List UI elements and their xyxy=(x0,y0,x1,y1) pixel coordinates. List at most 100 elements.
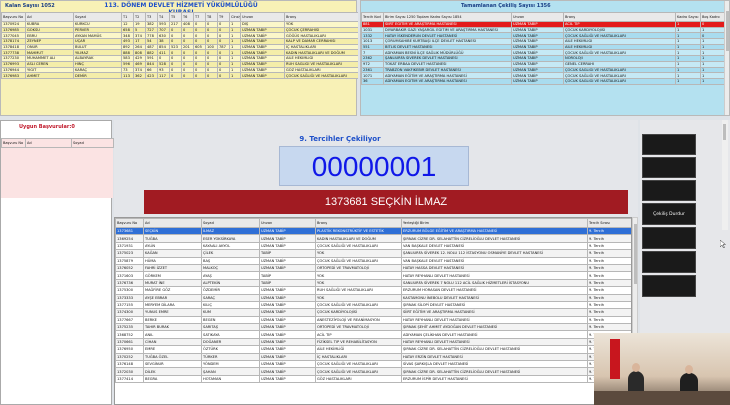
result-cell: ÖZDEMİR xyxy=(201,286,260,295)
result-col-header[interactable]: Başvuru No xyxy=(115,218,144,228)
result-row[interactable]: 1376736 MURAT İNE ALPTEKİN TABİP YOK SANLIURF… xyxy=(115,278,631,288)
right-col-header[interactable]: Branş xyxy=(563,12,676,22)
eligible-title: Uygun Başvurular:0 xyxy=(19,124,75,130)
result-row[interactable]: 1368752 ANIL SATIKAYA UZMAN TABİP ACİL TIP AD… xyxy=(115,330,631,339)
eligible-col-ad: Ad xyxy=(25,138,72,148)
result-cell: 1375023 xyxy=(115,249,144,258)
right-panel: Tamamlanan Çekiliş Sayısı 1356 Tercih Ko… xyxy=(360,0,730,116)
left-col-header[interactable]: T4 xyxy=(157,12,170,22)
result-cell: HATAY HASSA DEVLET HASTANESİ xyxy=(401,263,588,273)
right-col-header[interactable]: Kadro Sayısı xyxy=(675,12,701,22)
result-cell: UZMAN TABİP xyxy=(259,234,316,243)
control-slot-6[interactable] xyxy=(642,251,696,273)
result-cell: HATAY REYHANLI DEVLET HASTANESİ xyxy=(401,271,588,280)
side-scrollbar[interactable] xyxy=(722,120,728,230)
result-col-header[interactable]: Unvan xyxy=(259,218,316,228)
result-cell: DOĞANER xyxy=(201,337,260,347)
stop-draw-button[interactable]: Çekiliş Durdur xyxy=(642,203,696,225)
result-col-header[interactable]: Branş xyxy=(315,218,402,228)
right-col-header[interactable]: Tercih Kod xyxy=(361,12,384,22)
result-cell: SEÇKİN xyxy=(143,226,202,236)
left-table-wrap: Başvuru No Ad Soyad T1 T2 T3 T4 T5 T6 T7 T8 T9 Cinsi… xyxy=(1,12,358,117)
left-col-header[interactable]: Başvuru No xyxy=(1,12,26,22)
result-cell: EMRE xyxy=(143,345,202,354)
result-cell: DİLEK xyxy=(143,367,202,376)
left-col-header[interactable]: Branş xyxy=(284,12,358,22)
result-cell: HATAY REYHANLI DEVLET HASTANESİ xyxy=(401,337,588,347)
right-col-header[interactable]: Unvan xyxy=(511,12,564,22)
right-scrollbar[interactable] xyxy=(724,1,729,115)
candidate-cell: 0 xyxy=(169,72,182,79)
result-cell: HÜMA xyxy=(143,256,202,265)
result-cell: 9. Tercih xyxy=(587,293,631,302)
result-cell: UZMAN TABİP xyxy=(259,330,316,339)
left-col-header[interactable]: T7 xyxy=(193,12,206,22)
result-col-header[interactable]: Ad xyxy=(143,218,202,228)
result-row[interactable]: 1374300 YUNUS EMRE KUM UZMAN TABİP ÇOCUK KAR… xyxy=(115,308,631,317)
result-cell: 1374300 xyxy=(115,308,144,317)
result-col-header[interactable]: Yerleştiği Birim xyxy=(401,218,588,228)
result-cell: 1375235 xyxy=(115,323,144,332)
left-col-header[interactable]: T3 xyxy=(145,12,158,22)
result-row[interactable]: 1377155 MERYEM DİLARA KILIÇ UZMAN TABİP ÇOCU… xyxy=(115,300,631,310)
result-row[interactable]: 1370252 TUĞBA ÖZEL TÜRKER UZMAN TABİP İÇ HAS… xyxy=(115,352,631,362)
right-col-header[interactable]: Boş Kadro xyxy=(700,12,725,22)
left-col-header[interactable]: T5 xyxy=(169,12,182,22)
result-row[interactable]: 1375879 HÜMA BAŞ UZMAN TABİP ÇOCUK SAĞLIĞI V… xyxy=(115,256,631,265)
result-cell: UZMAN TABİP xyxy=(259,293,316,302)
result-row[interactable]: 1371603 GÖRKEM AYAŞ TABİP YOK HATAY REYHANLI … xyxy=(115,271,631,280)
result-row[interactable]: 1375300 MAĞFİRE GÖZ ÖZDEMİR UZMAN TABİP RUH … xyxy=(115,286,631,295)
result-row[interactable]: 1376148 SEVGİNUR YÖNDEM UZMAN TABİP ÇOCUK SA… xyxy=(115,360,631,369)
result-row[interactable]: 1373333 AYŞE EBRAR SARAÇ UZMAN TABİP YOK KAST… xyxy=(115,293,631,302)
result-row[interactable]: 1370661 CİHAN DOĞANER UZMAN TABİP FİZİKSEL T… xyxy=(115,337,631,347)
result-row[interactable]: 1371931 AYLİN KAYAALI AKYOL UZMAN TABİP ÇOCU… xyxy=(115,241,631,251)
result-cell: 1369254 xyxy=(115,234,144,243)
position-row[interactable]: 36 ADIYAMAN EĞİTİM VE ARAŞTIRMA HASTANESİ… xyxy=(361,77,725,85)
result-col-header[interactable]: Soyad xyxy=(201,218,260,228)
result-row[interactable]: 1377667 BERKE BEGEN UZMAN TABİP ANESTEZİYOLO… xyxy=(115,315,631,325)
result-cell: ANESTEZİYOLOJİ VE REANİMASYON xyxy=(315,315,402,325)
result-row[interactable]: 1377414 BEGRA HOTAMAN UZMAN TABİP GÖZ HASTAL… xyxy=(115,374,631,384)
result-cell: AYAŞ xyxy=(201,271,260,280)
stop-draw-label: Çekiliş Durdur xyxy=(653,212,685,217)
result-cell: ÇOCUK SAĞLIĞI VE HASTALIKLARI xyxy=(315,360,402,369)
result-cell: ÇOCUK SAĞLIĞI VE HASTALIKLARI xyxy=(315,241,402,251)
result-cell: İÇ HASTALIKLARI xyxy=(315,352,402,362)
result-row[interactable]: 1369254 TUĞBA ESER YOKSİRKAYA UZMAN TABİP KA… xyxy=(115,234,631,243)
result-cell: 1371931 xyxy=(115,241,144,251)
left-col-header[interactable]: Ad xyxy=(25,12,74,22)
control-slot-7[interactable] xyxy=(642,275,696,297)
left-col-header[interactable]: T1 xyxy=(121,12,134,22)
result-cell: ESER YOKSİRKAYA xyxy=(201,234,260,243)
result-cell: 1376148 xyxy=(115,360,144,369)
desk xyxy=(594,391,730,405)
left-col-header[interactable]: Soyad xyxy=(73,12,122,22)
result-row[interactable]: 1375235 TAHIR BURAK SARITAŞ UZMAN TABİP ORTO… xyxy=(115,323,631,332)
left-col-header[interactable]: T2 xyxy=(133,12,146,22)
control-slot-3[interactable] xyxy=(642,180,696,201)
result-col-header[interactable]: Tercih Sırası xyxy=(587,218,631,228)
result-cell: 1375300 xyxy=(115,286,144,295)
results-table-wrap: Başvuru No Ad Soyad Unvan Branş Yerleştiği Bi… xyxy=(114,217,632,405)
left-col-header[interactable]: T6 xyxy=(181,12,194,22)
result-cell: SANLIURFA SİVEREK 7 NOLU 112 ACİL SAĞLIK… xyxy=(401,278,588,288)
left-col-header[interactable]: T8 xyxy=(205,12,218,22)
position-cell: ADIYAMAN EĞİTİM VE ARAŞTIRMA HASTANESİ xyxy=(383,77,512,85)
result-row[interactable]: 1376052 FAHRİ İZZET MALKOÇ UZMAN TABİP ORTOP… xyxy=(115,263,631,273)
result-cell: RUH SAĞLIĞI VE HASTALIKLARI xyxy=(315,286,402,295)
left-col-header[interactable]: Unvan xyxy=(240,12,285,22)
control-slot-5[interactable] xyxy=(642,227,696,249)
result-cell: 1370661 xyxy=(115,337,144,347)
control-slot-2[interactable] xyxy=(642,157,696,178)
left-col-header[interactable]: Cinsiyet Kurs xyxy=(229,12,241,22)
result-cell: 1368752 xyxy=(115,330,144,339)
result-row[interactable]: 1373681 SEÇKİN İLMAZ UZMAN TABİP PLASTİK REK… xyxy=(115,226,631,236)
control-slot-1[interactable] xyxy=(642,134,696,155)
left-col-header[interactable]: T9 xyxy=(217,12,230,22)
result-row[interactable]: 1372030 DİLEK ŞAHAN UZMAN TABİP ÇOCUK SAĞLIĞ… xyxy=(115,367,631,376)
right-col-header[interactable]: Birim Sayısı 1250 Toplam Kadro Sayısı 18… xyxy=(383,12,512,22)
result-row[interactable]: 1375023 KAĞAN ÇİLEK TABİP YOK ŞANLIURFA SİVER… xyxy=(115,249,631,258)
result-row[interactable]: 1376950 EMRE ÖZTÜRK UZMAN TABİP AİLE HEKİMLİ… xyxy=(115,345,631,354)
result-cell: TABİP xyxy=(259,249,316,258)
candidate-row[interactable]: 1376983 AHMET DEMİR 113 362 423 117 0 0 0 0 0 1 UZMAN… xyxy=(1,72,358,79)
